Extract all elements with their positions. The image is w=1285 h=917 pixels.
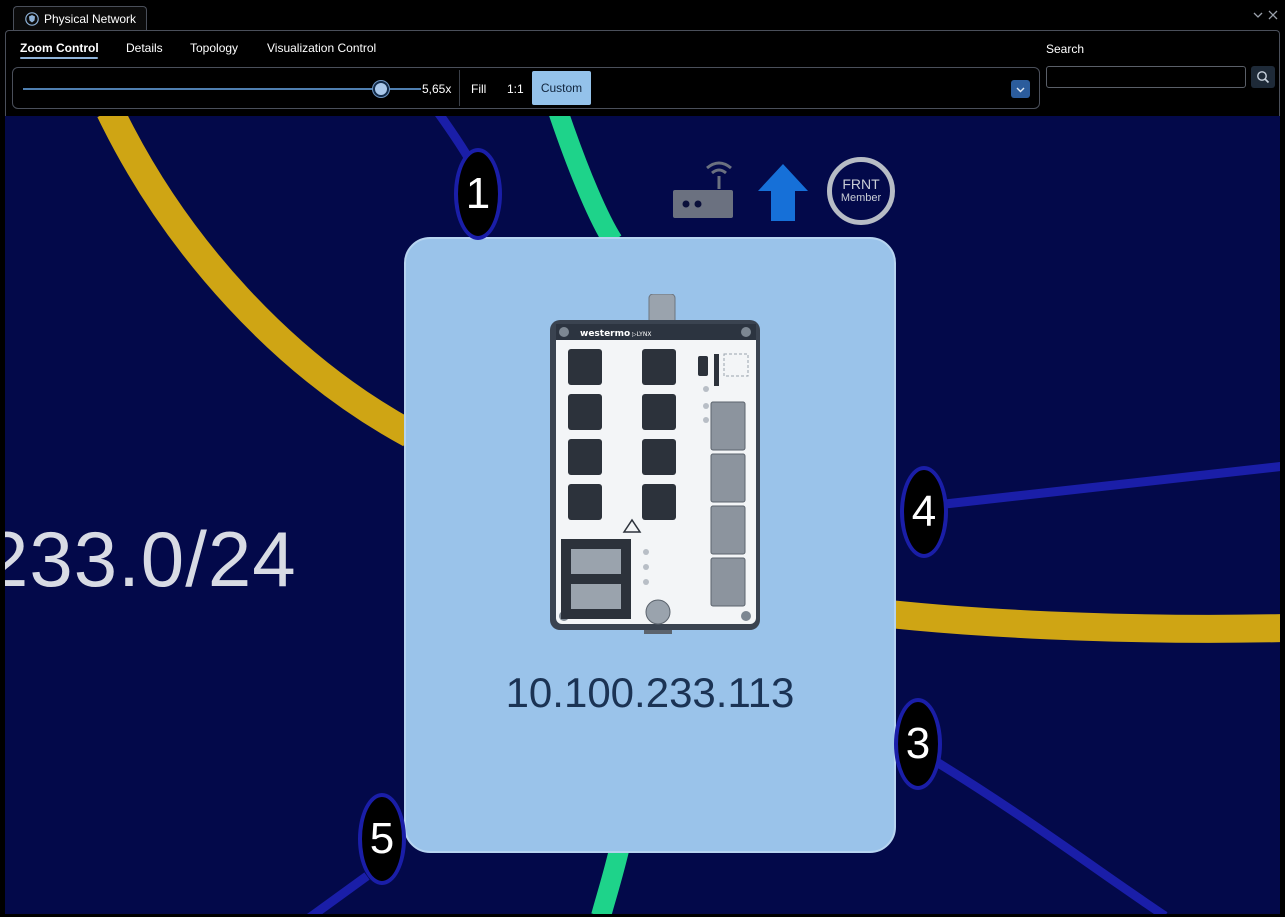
subnet-label: 233.0/24 xyxy=(5,515,297,603)
tab-details[interactable]: Details xyxy=(126,41,163,55)
one-to-one-button[interactable]: 1:1 xyxy=(507,82,524,96)
frnt-member-label: Member xyxy=(840,192,882,204)
expand-dropdown-button[interactable] xyxy=(1011,80,1030,98)
tab-topology[interactable]: Topology xyxy=(190,41,238,55)
network-shield-icon xyxy=(25,12,39,26)
app-window: Physical Network Zoom Control Details To… xyxy=(0,0,1285,917)
search-input[interactable] xyxy=(1046,66,1246,88)
port-badge-1[interactable]: 1 xyxy=(454,148,502,240)
node-status-icons xyxy=(673,161,808,221)
arrow-up-icon xyxy=(758,164,808,221)
port-badge-3[interactable]: 3 xyxy=(894,698,942,790)
tab-visualization-control[interactable]: Visualization Control xyxy=(267,41,376,55)
tab-zoom-control[interactable]: Zoom Control xyxy=(20,41,99,55)
svg-text:▷LYNX: ▷LYNX xyxy=(632,331,651,338)
close-icon[interactable] xyxy=(1267,9,1279,21)
link-green-bottom xyxy=(591,843,630,914)
chevron-down-icon[interactable] xyxy=(1252,9,1264,21)
port-badge-4[interactable]: 4 xyxy=(900,466,948,558)
search-button[interactable] xyxy=(1251,66,1275,88)
link-blue-5 xyxy=(306,872,370,914)
zoom-value: 5,65x xyxy=(422,82,452,96)
switch-device-image: westermo ▷LYNX xyxy=(550,294,760,634)
port-badge-5[interactable]: 5 xyxy=(358,793,406,885)
zoom-slider-thumb[interactable] xyxy=(373,81,390,97)
zoom-slider-track[interactable] xyxy=(23,88,421,90)
title-bar: Physical Network xyxy=(0,0,1285,31)
link-blue-3 xyxy=(932,757,1168,914)
search-label: Search xyxy=(1046,42,1085,56)
frnt-member-badge: FRNT Member xyxy=(827,157,895,225)
chevron-down-icon xyxy=(1016,87,1025,92)
custom-zoom-button[interactable]: Custom xyxy=(532,71,591,105)
active-tab-indicator xyxy=(20,57,98,59)
svg-text:westermo: westermo xyxy=(580,329,630,339)
topology-canvas[interactable]: 233.0/24 FRNT Member westermo ▷LYNX 10.1… xyxy=(5,116,1280,914)
device-node[interactable]: westermo ▷LYNX 10.100.233.113 xyxy=(404,237,896,853)
link-blue-4 xyxy=(944,462,1280,509)
zoom-control-group: 5,65x Fill 1:1 Custom xyxy=(12,67,1040,109)
link-yellow-right xyxy=(888,600,1280,643)
window-tab-label: Physical Network xyxy=(44,12,137,26)
link-yellow-left xyxy=(97,116,417,447)
link-green-top xyxy=(549,116,622,247)
node-ip-address: 10.100.233.113 xyxy=(505,669,795,716)
search-icon xyxy=(1257,71,1270,84)
window-tab[interactable]: Physical Network xyxy=(13,6,147,31)
router-icon xyxy=(673,161,733,218)
divider xyxy=(459,70,460,106)
toolbar-panel: Zoom Control Details Topology Visualizat… xyxy=(5,30,1280,116)
fill-button[interactable]: Fill xyxy=(471,82,486,96)
frnt-label: FRNT xyxy=(842,176,880,192)
